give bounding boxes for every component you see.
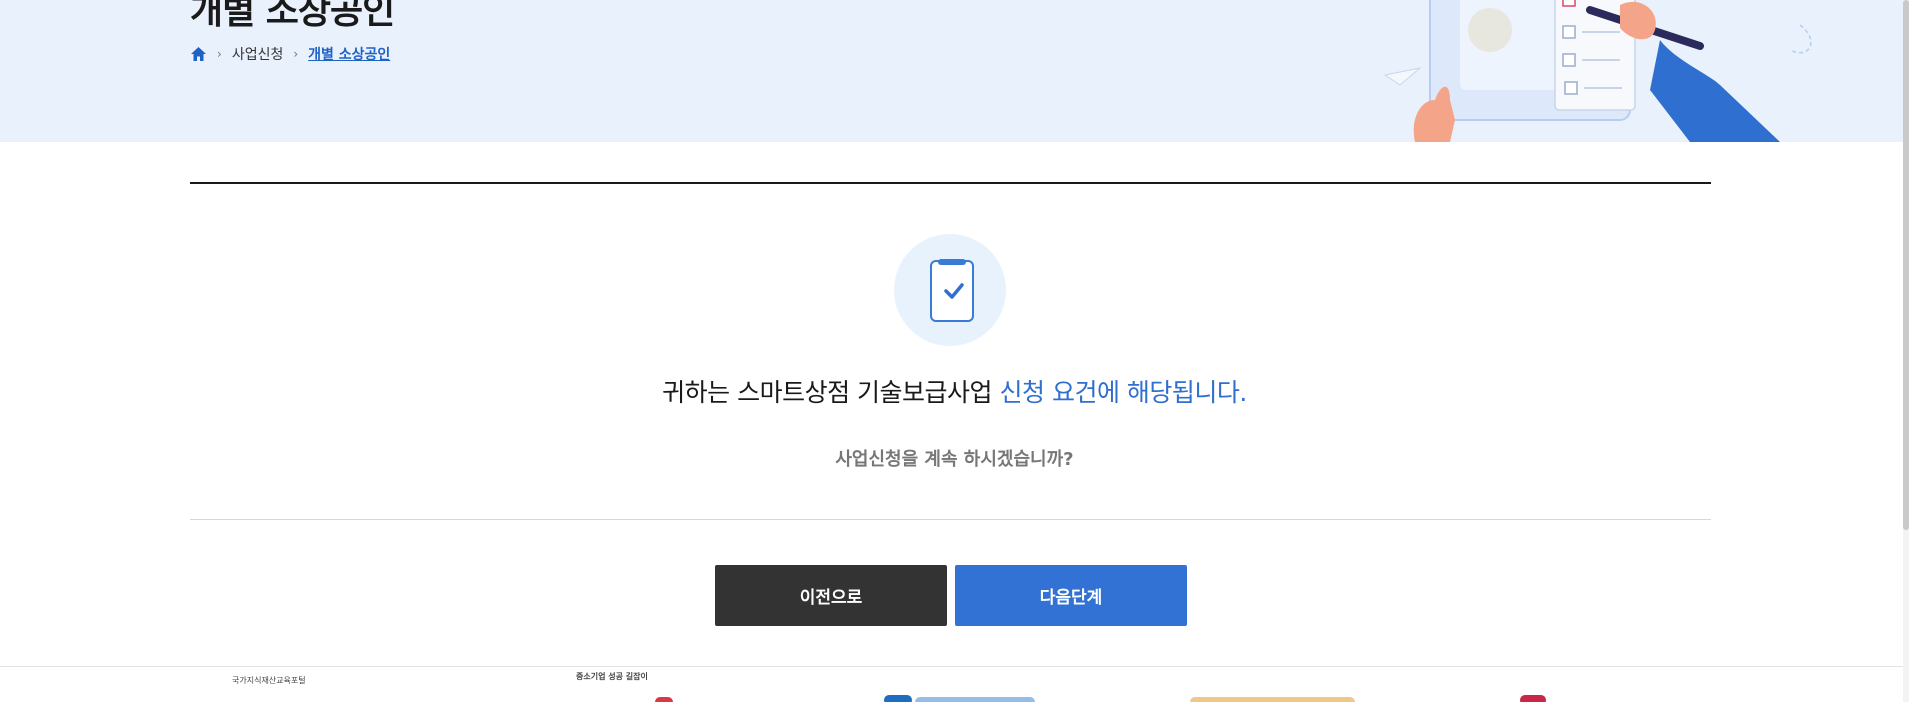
page-header-banner: 개별 소상공인 › 사업신청 › 개별 소상공인 bbox=[0, 0, 1909, 142]
continue-question: 사업신청을 계속 하시겠습니까? bbox=[835, 449, 1074, 470]
scrollbar-thumb[interactable] bbox=[1903, 0, 1909, 530]
section-divider-top bbox=[190, 182, 1711, 184]
home-icon[interactable] bbox=[190, 46, 207, 62]
partner-logo-mark bbox=[655, 697, 673, 702]
eligibility-message-text: 귀하는 스마트상점 기술보급사업 bbox=[662, 378, 1000, 407]
page-scrollbar[interactable] bbox=[1903, 0, 1909, 702]
partner-logo-mark bbox=[884, 695, 912, 702]
partner-logo-mark bbox=[915, 697, 1035, 702]
next-step-button[interactable]: 다음단계 bbox=[955, 565, 1187, 626]
clipboard-illustration bbox=[1383, 0, 1812, 142]
result-icon-badge bbox=[894, 234, 1006, 346]
section-divider-bottom bbox=[190, 519, 1711, 520]
partner-logo[interactable]: 국가지식재산교육포털 bbox=[232, 675, 306, 686]
eligibility-message: 귀하는 스마트상점 기술보급사업 신청 요건에 해당됩니다. bbox=[0, 373, 1909, 409]
footer-partner-banners: 국가지식재산교육포털 중소기업 성공 길잡이 bbox=[0, 666, 1909, 702]
page-title: 개별 소상공인 bbox=[190, 0, 395, 32]
partner-logo-mark bbox=[1190, 697, 1355, 702]
breadcrumb: › 사업신청 › 개별 소상공인 bbox=[190, 44, 390, 64]
chevron-right-icon: › bbox=[217, 47, 222, 61]
clipboard-check-icon bbox=[930, 259, 974, 322]
prev-button[interactable]: 이전으로 bbox=[715, 565, 947, 626]
breadcrumb-item[interactable]: 사업신청 bbox=[232, 44, 284, 64]
eligibility-message-highlight: 신청 요건에 해당됩니다. bbox=[999, 378, 1248, 407]
partner-logo[interactable]: 중소기업 성공 길잡이 bbox=[576, 671, 648, 682]
breadcrumb-current[interactable]: 개별 소상공인 bbox=[308, 44, 390, 64]
partner-logo-mark bbox=[1520, 695, 1546, 702]
chevron-right-icon: › bbox=[293, 47, 299, 61]
